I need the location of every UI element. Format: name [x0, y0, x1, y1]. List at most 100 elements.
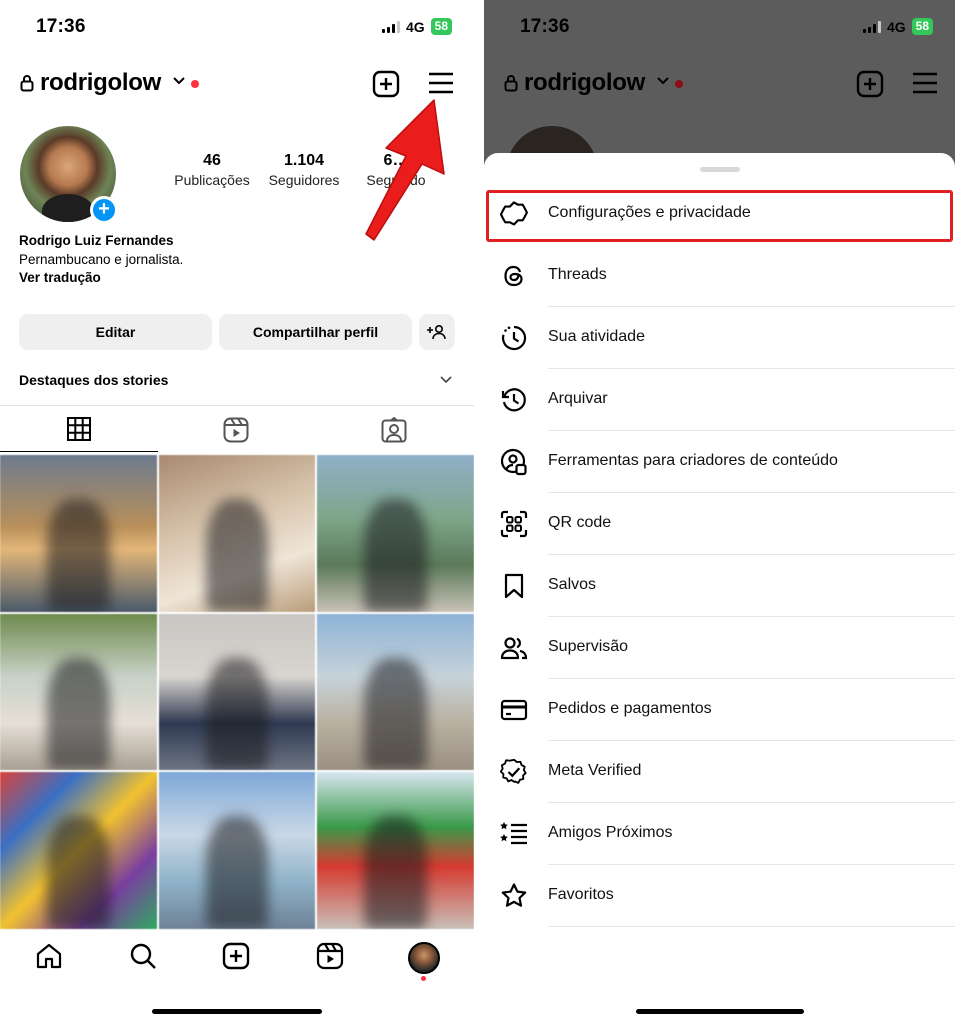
dimmed-profile-background: 17:36 4G 58 rodrigolow: [484, 0, 955, 218]
post-thumbnail[interactable]: [158, 772, 316, 929]
lock-icon: [504, 75, 518, 92]
divider: [548, 926, 955, 927]
menu-item-label: Supervisão: [548, 638, 629, 655]
post-thumbnail[interactable]: [317, 455, 474, 612]
post-thumbnail[interactable]: [317, 772, 474, 929]
profile-tabs: [0, 415, 474, 451]
sheet-grabber[interactable]: [700, 167, 740, 172]
menu-item-creator-tools[interactable]: Ferramentas para criadores de conteúdo: [484, 431, 955, 493]
edit-profile-button[interactable]: Editar: [19, 314, 212, 350]
create-icon[interactable]: [222, 942, 250, 970]
settings-bottom-sheet: Configurações e privacidade Threads Sua …: [484, 153, 955, 1024]
menu-item-activity[interactable]: Sua atividade: [484, 307, 955, 369]
status-bar: 17:36 4G 58: [0, 0, 474, 56]
profile-avatar[interactable]: [408, 942, 440, 974]
menu-item-label: Sua atividade: [548, 328, 645, 345]
menu-item-threads[interactable]: Threads: [484, 245, 955, 307]
menu-item-label: Salvos: [548, 576, 597, 593]
discover-people-button[interactable]: [419, 314, 455, 350]
menu-item-archive[interactable]: Arquivar: [484, 369, 955, 431]
story-highlights-label: Destaques dos stories: [19, 372, 169, 388]
status-time: 17:36: [36, 16, 86, 37]
stat-followers[interactable]: 1.104 Seguidores: [263, 152, 345, 188]
menu-item-saved[interactable]: Salvos: [484, 555, 955, 617]
post-thumbnail[interactable]: [0, 455, 157, 612]
stat-label: Seguidores: [268, 172, 340, 188]
annotation-highlight-box: [486, 190, 953, 242]
red-arrow-icon: [365, 99, 445, 241]
chevron-down-icon[interactable]: [656, 76, 670, 86]
notification-dot: [191, 80, 199, 88]
supervision-icon: [500, 637, 528, 660]
stat-posts[interactable]: 46 Publicações: [172, 152, 252, 188]
menu-item-label: Favoritos: [548, 886, 614, 903]
post-thumbnail[interactable]: [158, 455, 316, 612]
reels-icon[interactable]: [223, 417, 249, 443]
menu-item-supervision[interactable]: Supervisão: [484, 617, 955, 679]
menu-item-label: Ferramentas para criadores de conteúdo: [548, 452, 838, 469]
menu-item-orders-payments[interactable]: Pedidos e pagamentos: [484, 679, 955, 741]
add-story-button[interactable]: +: [90, 196, 118, 224]
tagged-icon[interactable]: [381, 417, 407, 443]
menu-item-qr-code[interactable]: QR code: [484, 493, 955, 555]
home-indicator: [636, 1009, 804, 1014]
battery-icon: 58: [430, 18, 452, 35]
username-switcher[interactable]: rodrigolow: [524, 69, 645, 97]
chevron-down-icon[interactable]: [172, 76, 186, 86]
qr-code-icon: [500, 510, 528, 538]
signal-icon: [862, 20, 881, 33]
activity-icon: [501, 325, 527, 351]
grid-icon[interactable]: [67, 417, 91, 441]
bio-text: Pernambucano e jornalista.: [19, 251, 184, 267]
add-person-icon: [427, 324, 446, 340]
lock-icon: [20, 75, 34, 92]
stat-value: 46: [203, 152, 221, 169]
stat-value: 1.104: [283, 152, 325, 169]
bookmark-icon: [504, 573, 524, 599]
menu-button[interactable]: [912, 72, 938, 94]
card-icon: [500, 699, 528, 721]
stat-label: Publicações: [174, 172, 250, 188]
home-icon[interactable]: [35, 942, 63, 970]
post-thumbnail[interactable]: [317, 613, 474, 771]
menu-item-label: QR code: [548, 514, 612, 531]
post-thumbnail[interactable]: [0, 772, 157, 929]
username-switcher[interactable]: rodrigolow: [40, 69, 161, 97]
profile-bio: Rodrigo Luiz Fernandes Pernambucano e jo…: [19, 232, 183, 288]
search-icon[interactable]: [129, 942, 157, 970]
archive-icon: [501, 388, 526, 412]
active-tab-indicator: [0, 451, 158, 452]
menu-item-close-friends[interactable]: Amigos Próximos: [484, 803, 955, 865]
menu-item-label: Threads: [548, 266, 607, 283]
network-label: 4G: [405, 18, 425, 35]
close-friends-icon: [500, 822, 527, 845]
verified-icon: [500, 758, 527, 784]
creator-tools-icon: [500, 448, 527, 476]
battery-icon: 58: [911, 18, 933, 35]
signal-icon: [381, 20, 400, 33]
star-icon: [501, 883, 527, 907]
post-thumbnail[interactable]: [158, 613, 316, 771]
menu-item-favorites[interactable]: Favoritos: [484, 865, 955, 927]
menu-item-label: Amigos Próximos: [548, 824, 673, 841]
threads-icon: [504, 265, 523, 287]
status-indicators: 4G 58: [381, 18, 452, 35]
share-profile-button[interactable]: Compartilhar perfil: [219, 314, 412, 350]
home-indicator: [152, 1009, 322, 1014]
divider: [0, 405, 474, 406]
profile-name: Rodrigo Luiz Fernandes: [19, 233, 174, 248]
menu-item-label: Arquivar: [548, 390, 608, 407]
post-thumbnail[interactable]: [0, 613, 157, 771]
menu-item-label: Pedidos e pagamentos: [548, 700, 712, 717]
network-label: 4G: [886, 18, 906, 35]
chevron-down-icon[interactable]: [440, 376, 452, 384]
translate-link[interactable]: Ver tradução: [19, 269, 183, 288]
menu-button[interactable]: [428, 72, 454, 94]
profile-screen: 17:36 4G 58 rodrigolow + 46 Publicações …: [0, 0, 474, 1024]
menu-item-meta-verified[interactable]: Meta Verified: [484, 741, 955, 803]
posts-grid: [0, 455, 474, 929]
menu-screen: 17:36 4G 58 rodrigolow Configurações e p…: [484, 0, 955, 1024]
create-button[interactable]: [856, 70, 884, 98]
create-button[interactable]: [372, 70, 400, 98]
reels-icon[interactable]: [316, 942, 344, 970]
